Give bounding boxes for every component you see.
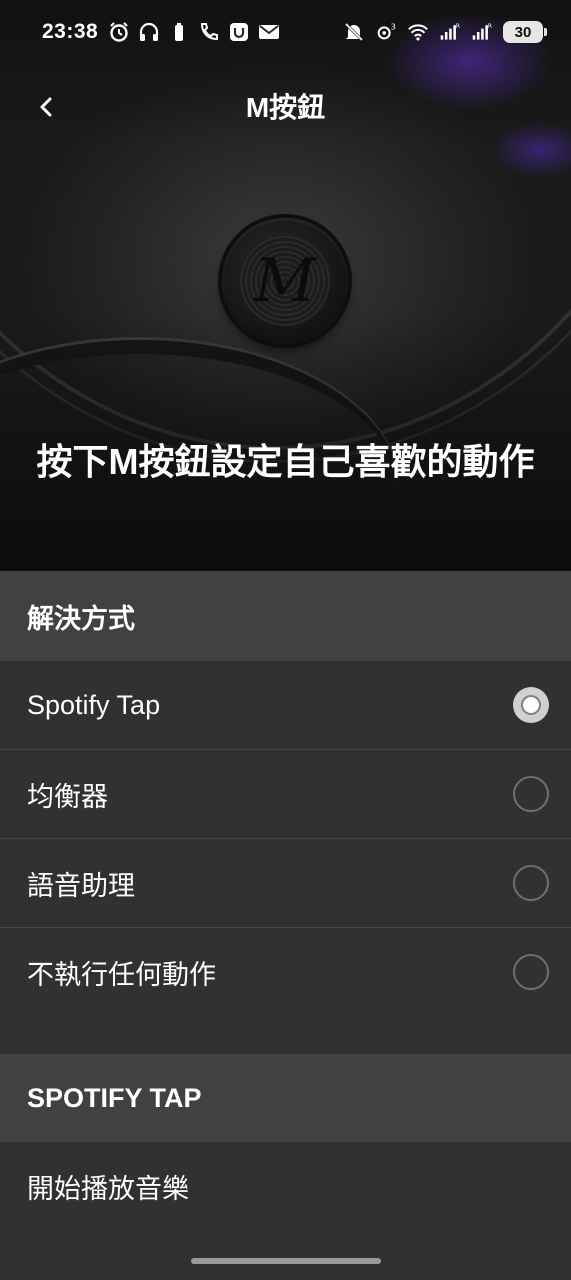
section-header-spotify-tap: SPOTIFY TAP: [0, 1054, 571, 1142]
back-button[interactable]: [22, 82, 72, 132]
radio-button[interactable]: [513, 865, 549, 901]
page-title: M按鈕: [245, 92, 326, 123]
home-indicator[interactable]: [191, 1258, 381, 1264]
option-label: 語音助理: [27, 870, 135, 901]
headphones-icon: [138, 21, 160, 43]
section-spacer: [0, 1016, 571, 1054]
spotify-tap-start-music[interactable]: 開始播放音樂: [0, 1142, 571, 1230]
option-label: 均衡器: [27, 781, 108, 812]
battery-indicator: 30: [503, 21, 547, 43]
app-notification-icon: [228, 21, 250, 43]
wifi-calling-icon: [198, 21, 220, 43]
option-spotify-tap[interactable]: Spotify Tap: [0, 661, 571, 749]
option-label: 不執行任何動作: [27, 959, 216, 990]
option-equalizer[interactable]: 均衡器: [0, 750, 571, 838]
section-header-solution: 解決方式: [0, 571, 571, 661]
svg-text:R: R: [456, 24, 460, 30]
status-bar: 23:38 3 R R 30: [0, 0, 571, 64]
battery-small-icon: [168, 21, 190, 43]
signal-icon: R: [439, 21, 461, 43]
app-bar: M按鈕: [0, 72, 571, 144]
hero-heading: 按下M按鈕設定自己喜歡的動作: [36, 441, 535, 482]
signal-icon: R: [471, 21, 493, 43]
option-no-action[interactable]: 不執行任何動作: [0, 928, 571, 1016]
status-left-icons: [108, 21, 280, 43]
svg-text:3: 3: [391, 21, 396, 31]
radio-button[interactable]: [513, 954, 549, 990]
status-time: 23:38: [42, 20, 99, 43]
alarm-icon: [108, 21, 130, 43]
hotspot-icon: 3: [375, 21, 397, 43]
radio-button[interactable]: [513, 776, 549, 812]
option-voice-assistant[interactable]: 語音助理: [0, 839, 571, 927]
mail-icon: [258, 21, 280, 43]
svg-text:R: R: [488, 24, 492, 30]
status-right-icons: 3 R R 30: [343, 21, 547, 43]
radio-button-selected[interactable]: [513, 687, 549, 723]
mute-icon: [343, 21, 365, 43]
wifi-icon: [407, 21, 429, 43]
option-label: 開始播放音樂: [27, 1173, 189, 1204]
option-label: Spotify Tap: [27, 689, 161, 720]
chevron-left-icon: [40, 97, 52, 117]
